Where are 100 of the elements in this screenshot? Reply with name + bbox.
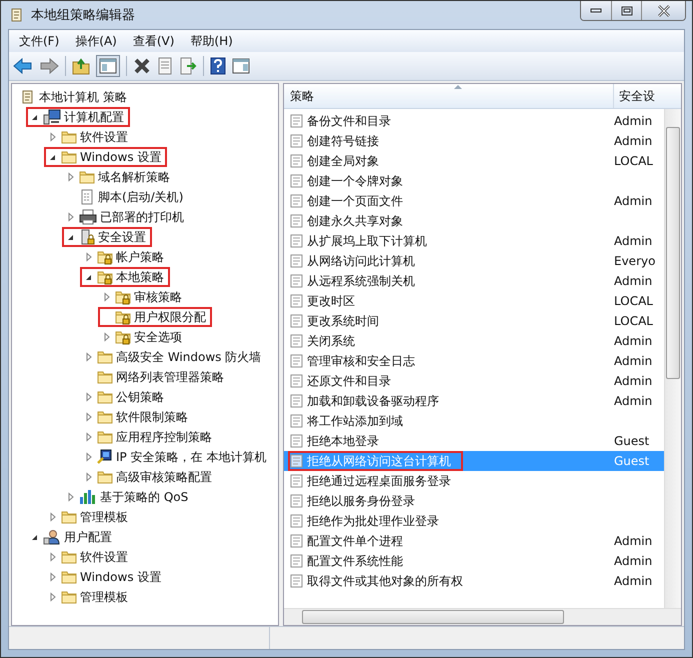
- menu-item[interactable]: 帮助(H): [184, 32, 239, 50]
- tree-item[interactable]: 本地计算机 策略: [39, 88, 127, 106]
- column-header[interactable]: 策略: [284, 84, 614, 108]
- policy-name[interactable]: 备份文件和目录: [307, 112, 391, 130]
- policy-name[interactable]: 关闭系统: [307, 332, 355, 350]
- collapsed-triangle-icon[interactable]: [48, 132, 58, 142]
- collapsed-triangle-icon[interactable]: [84, 432, 94, 442]
- tree-item[interactable]: 管理模板: [80, 508, 128, 526]
- horizontal-scrollbar[interactable]: [284, 608, 681, 625]
- collapsed-triangle-icon[interactable]: [48, 592, 58, 602]
- action-pane-toggle-icon[interactable]: [232, 58, 250, 74]
- collapsed-triangle-icon[interactable]: [84, 412, 94, 422]
- help-icon[interactable]: [210, 57, 226, 75]
- collapsed-triangle-icon[interactable]: [66, 492, 76, 502]
- collapsed-triangle-icon[interactable]: [66, 212, 76, 222]
- tree-item[interactable]: 域名解析策略: [98, 168, 170, 186]
- collapsed-triangle-icon[interactable]: [84, 452, 94, 462]
- tree-item[interactable]: 应用程序控制策略: [116, 428, 212, 446]
- folder-icon: [97, 369, 113, 385]
- policy-document-icon: [290, 574, 304, 588]
- properties-icon[interactable]: [157, 57, 173, 75]
- folder-icon: [61, 569, 77, 585]
- menu-item[interactable]: 操作(A): [69, 32, 123, 50]
- folder-icon: [97, 469, 113, 485]
- forward-arrow-icon[interactable]: [39, 58, 59, 74]
- maximize-button[interactable]: [611, 1, 641, 20]
- minimize-button[interactable]: [581, 1, 611, 20]
- back-arrow-icon[interactable]: [13, 58, 33, 74]
- policy-name[interactable]: 拒绝通过远程桌面服务登录: [307, 472, 451, 490]
- tree-item[interactable]: 软件设置: [80, 548, 128, 566]
- policy-name[interactable]: 加载和卸载设备驱动程序: [307, 392, 439, 410]
- policy-name[interactable]: 更改时区: [307, 292, 355, 310]
- collapsed-triangle-icon[interactable]: [48, 512, 58, 522]
- tree-item[interactable]: 网络列表管理器策略: [116, 368, 224, 386]
- tree-pane-toggle-icon[interactable]: [96, 55, 120, 77]
- policy-name[interactable]: 创建永久共享对象: [307, 212, 403, 230]
- folder-icon: [61, 549, 77, 565]
- policy-name[interactable]: 创建符号链接: [307, 132, 379, 150]
- policy-name[interactable]: 取得文件或其他对象的所有权: [307, 572, 463, 590]
- collapsed-triangle-icon[interactable]: [66, 172, 76, 182]
- policy-document-icon: [290, 394, 304, 408]
- collapsed-triangle-icon[interactable]: [84, 472, 94, 482]
- tree-item[interactable]: 安全选项: [134, 328, 182, 346]
- policy-name[interactable]: 还原文件和目录: [307, 372, 391, 390]
- menu-item[interactable]: 查看(V): [126, 32, 180, 50]
- tree-item[interactable]: 软件设置: [80, 128, 128, 146]
- tree-item[interactable]: 脚本(启动/关机): [98, 188, 184, 206]
- export-list-icon[interactable]: [179, 57, 197, 75]
- policy-name[interactable]: 创建一个令牌对象: [307, 172, 403, 190]
- policy-name[interactable]: 拒绝作为批处理作业登录: [307, 512, 439, 530]
- tree-item[interactable]: 公钥策略: [116, 388, 164, 406]
- collapsed-triangle-icon[interactable]: [84, 352, 94, 362]
- tree-item[interactable]: 管理模板: [80, 588, 128, 606]
- policy-document-icon: [290, 214, 304, 228]
- policy-name[interactable]: 配置文件单个进程: [307, 532, 403, 550]
- delete-icon[interactable]: [133, 57, 151, 75]
- tree-item[interactable]: 高级安全 Windows 防火墙: [116, 348, 262, 366]
- policy-document-icon: [290, 114, 304, 128]
- collapsed-triangle-icon[interactable]: [48, 572, 58, 582]
- policy-document-icon: [290, 414, 304, 428]
- policy-document-icon: [290, 534, 304, 548]
- policy-document-icon: [290, 354, 304, 368]
- vertical-scrollbar[interactable]: [664, 109, 681, 608]
- tree-item[interactable]: 审核策略: [134, 288, 182, 306]
- policy-name[interactable]: 从网络访问此计算机: [307, 252, 415, 270]
- tree-item[interactable]: 基于策略的 QoS: [100, 488, 188, 506]
- collapsed-triangle-icon[interactable]: [48, 552, 58, 562]
- policy-name[interactable]: 管理审核和安全日志: [307, 352, 415, 370]
- tree-item[interactable]: 已部署的打印机: [100, 208, 184, 226]
- tree-item[interactable]: Windows 设置: [80, 568, 162, 586]
- security-setting: Admin: [614, 114, 654, 128]
- policy-name[interactable]: 拒绝以服务身份登录: [307, 492, 415, 510]
- tree-item[interactable]: 帐户策略: [116, 248, 164, 266]
- policy-name[interactable]: 从扩展坞上取下计算机: [307, 232, 427, 250]
- policy-name[interactable]: 拒绝本地登录: [307, 432, 379, 450]
- collapsed-triangle-icon[interactable]: [84, 392, 94, 402]
- tree-item[interactable]: 用户配置: [64, 528, 112, 546]
- collapsed-triangle-icon[interactable]: [102, 292, 112, 302]
- folder-icon: [97, 409, 113, 425]
- security-setting: Admin: [614, 534, 654, 548]
- policy-name[interactable]: 从远程系统强制关机: [307, 272, 415, 290]
- policy-name[interactable]: 将工作站添加到域: [307, 412, 403, 430]
- policy-name[interactable]: 更改系统时间: [307, 312, 379, 330]
- security-setting: Admin: [614, 574, 654, 588]
- folder-icon: [97, 429, 113, 445]
- window-title: 本地组策略编辑器: [31, 7, 135, 24]
- collapsed-triangle-icon[interactable]: [84, 252, 94, 262]
- policy-document-icon: [290, 274, 304, 288]
- policy-name[interactable]: 配置文件系统性能: [307, 552, 403, 570]
- up-folder-icon[interactable]: [72, 57, 90, 75]
- policy-name[interactable]: 创建全局对象: [307, 152, 379, 170]
- tree-item[interactable]: 高级审核策略配置: [116, 468, 212, 486]
- collapsed-triangle-icon[interactable]: [102, 332, 112, 342]
- close-button[interactable]: [641, 1, 685, 20]
- policy-name[interactable]: 创建一个页面文件: [307, 192, 403, 210]
- column-header[interactable]: 安全设: [614, 84, 681, 108]
- folder-icon: [61, 589, 77, 605]
- tree-item[interactable]: 软件限制策略: [116, 408, 188, 426]
- menu-item[interactable]: 文件(F): [13, 32, 66, 50]
- tree-item[interactable]: IP 安全策略，在 本地计算机: [116, 448, 266, 466]
